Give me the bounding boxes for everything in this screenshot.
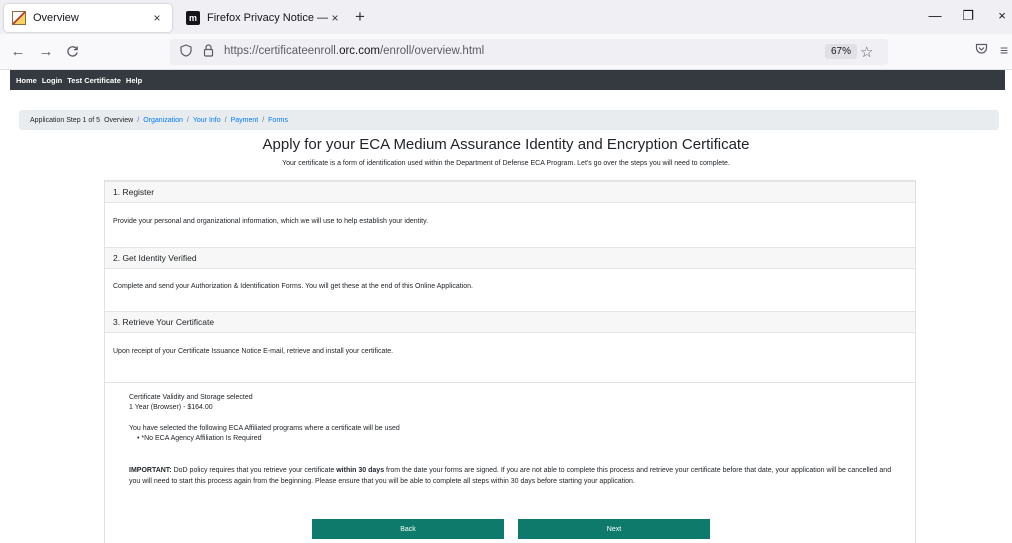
- close-window-button[interactable]: ×: [992, 8, 1012, 23]
- tab-title: Overview: [33, 12, 79, 24]
- breadcrumb-organization[interactable]: Organization: [143, 117, 183, 124]
- tab-close-icon[interactable]: ×: [150, 11, 164, 25]
- steps-card: 1. Register Provide your personal and or…: [104, 180, 916, 382]
- breadcrumb: Application Step 1 of 5 Overview / Organ…: [19, 110, 999, 130]
- browser-toolbar: ← → https://certificateenroll.orc.com/en…: [0, 34, 1012, 70]
- pocket-icon[interactable]: [975, 43, 988, 58]
- breadcrumb-step-label: Application Step 1 of 5: [30, 116, 101, 124]
- nav-help[interactable]: Help: [126, 76, 142, 85]
- breadcrumb-your-info[interactable]: Your Info: [193, 117, 221, 124]
- tab-title: Firefox Privacy Notice — Mozill: [207, 12, 328, 24]
- new-tab-button[interactable]: +: [355, 7, 365, 27]
- url-prefix: https://certificateenroll.: [224, 45, 340, 57]
- url-path: /enroll/overview.html: [379, 45, 485, 57]
- hamburger-menu-icon[interactable]: ≡: [1000, 42, 1008, 58]
- tab-overview[interactable]: Overview ×: [4, 4, 172, 32]
- site-navbar: Home Login Test Certificate Help: [10, 70, 1005, 90]
- programs-item: • *No ECA Agency Affiliation Is Required: [137, 435, 262, 442]
- programs-label: You have selected the following ECA Affi…: [129, 425, 400, 432]
- important-text-pre: DoD policy requires that you retrieve yo…: [171, 467, 337, 474]
- important-notice: IMPORTANT: DoD policy requires that you …: [129, 465, 899, 487]
- lock-icon[interactable]: [200, 44, 216, 60]
- restore-button[interactable]: ❐: [958, 8, 978, 24]
- tab-firefox-privacy[interactable]: m Firefox Privacy Notice — Mozill ×: [178, 4, 350, 32]
- page-subtitle: Your certificate is a form of identifica…: [282, 160, 730, 167]
- step-register-body: Provide your personal and organizational…: [113, 218, 429, 225]
- url-domain: orc.com: [339, 45, 380, 57]
- overview-favicon-icon: [12, 11, 26, 25]
- validity-value: 1 Year (Browser) - $164.00: [129, 404, 213, 411]
- mozilla-favicon-icon: m: [186, 11, 200, 25]
- browser-tab-strip: Overview × m Firefox Privacy Notice — Mo…: [0, 0, 1012, 34]
- breadcrumb-payment[interactable]: Payment: [231, 117, 259, 124]
- step-register-header: 1. Register: [105, 181, 915, 203]
- nav-test-certificate[interactable]: Test Certificate: [67, 76, 121, 85]
- next-button[interactable]: Next: [518, 519, 710, 539]
- url-text[interactable]: https://certificateenroll.orc.com/enroll…: [224, 45, 484, 57]
- important-deadline: within 30 days: [336, 467, 385, 474]
- breadcrumb-separator: /: [137, 116, 140, 124]
- page-title: Apply for your ECA Medium Assurance Iden…: [262, 136, 750, 153]
- breadcrumb-separator: /: [224, 116, 227, 124]
- reload-icon[interactable]: [63, 43, 81, 63]
- nav-login[interactable]: Login: [42, 76, 62, 85]
- step-verify-header: 2. Get Identity Verified: [105, 247, 915, 269]
- breadcrumb-separator: /: [186, 116, 189, 124]
- zoom-level[interactable]: 67%: [825, 44, 858, 59]
- url-bar[interactable]: https://certificateenroll.orc.com/enroll…: [170, 39, 888, 65]
- back-button[interactable]: Back: [312, 519, 504, 539]
- forward-arrow-icon[interactable]: →: [37, 43, 55, 61]
- star-icon[interactable]: ☆: [860, 43, 873, 61]
- breadcrumb-overview: Overview: [104, 116, 134, 124]
- breadcrumb-forms[interactable]: Forms: [268, 117, 288, 124]
- breadcrumb-separator: /: [262, 116, 265, 124]
- minimize-button[interactable]: —: [925, 8, 945, 23]
- validity-label: Certificate Validity and Storage selecte…: [129, 394, 253, 401]
- step-retrieve-header: 3. Retrieve Your Certificate: [105, 311, 915, 333]
- important-label: IMPORTANT:: [129, 467, 172, 474]
- selection-summary: Certificate Validity and Storage selecte…: [104, 382, 916, 543]
- back-arrow-icon[interactable]: ←: [9, 43, 27, 61]
- tab-close-icon[interactable]: ×: [328, 11, 342, 25]
- nav-home[interactable]: Home: [16, 76, 37, 85]
- step-retrieve-body: Upon receipt of your Certificate Issuanc…: [113, 348, 394, 355]
- shield-icon[interactable]: [178, 44, 194, 60]
- step-verify-body: Complete and send your Authorization & I…: [113, 283, 473, 290]
